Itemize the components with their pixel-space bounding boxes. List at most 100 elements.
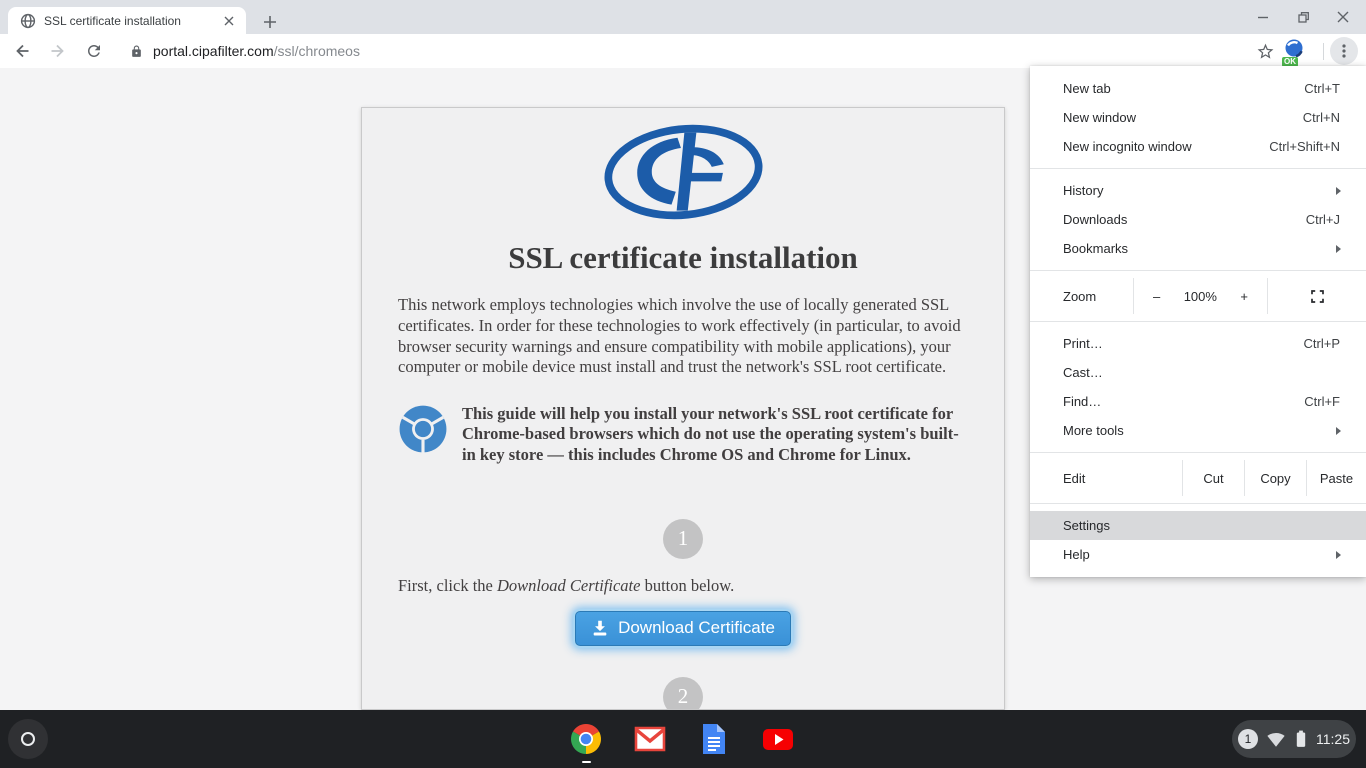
step-1-badge: 1 [663, 519, 703, 559]
menu-item-more-tools[interactable]: More tools [1030, 416, 1366, 445]
url-text: portal.cipafilter.com/ssl/chromeos [153, 43, 360, 59]
menu-separator [1030, 503, 1366, 504]
new-tab-button[interactable] [258, 10, 282, 34]
menu-shortcut: Ctrl+P [1304, 336, 1366, 351]
battery-icon [1294, 729, 1308, 749]
step-1-instruction: First, click the Download Certificate bu… [398, 576, 968, 596]
plus-icon [264, 16, 276, 28]
docs-app-icon[interactable] [698, 723, 730, 755]
submenu-arrow-icon [1336, 187, 1341, 195]
download-certificate-button[interactable]: Download Certificate [575, 611, 791, 646]
submenu-arrow-icon [1336, 245, 1341, 253]
menu-label: New tab [1063, 81, 1304, 96]
browser-toolbar: portal.cipafilter.com/ssl/chromeos OK [0, 34, 1366, 68]
zoom-label: Zoom [1030, 278, 1133, 314]
menu-item-new-incognito-window[interactable]: New incognito window Ctrl+Shift+N [1030, 132, 1366, 161]
tab-title: SSL certificate installation [44, 14, 220, 28]
reload-button[interactable] [80, 37, 108, 65]
step-1-text-emphasis: Download Certificate [497, 576, 640, 595]
menu-edit-row: Edit Cut Copy Paste [1030, 460, 1366, 496]
guide-text: This guide will help you install your ne… [462, 404, 968, 465]
download-button-label: Download Certificate [618, 618, 775, 638]
toolbar-right: OK [1256, 37, 1358, 65]
step-1-text-suffix: button below. [640, 576, 734, 595]
step-2-number: 2 [678, 684, 689, 709]
tab-strip: SSL certificate installation [0, 0, 1366, 34]
screen: SSL certificate installation [0, 0, 1366, 768]
step-1-text-prefix: First, click the [398, 576, 497, 595]
zoom-in-button[interactable]: + [1240, 289, 1248, 304]
menu-label: Print… [1063, 336, 1304, 351]
toolbar-divider [1323, 43, 1324, 60]
step-2-badge: 2 [663, 677, 703, 710]
tab-close-icon[interactable] [220, 12, 238, 30]
address-bar[interactable]: portal.cipafilter.com/ssl/chromeos [120, 37, 1246, 65]
menu-item-paste[interactable]: Paste [1307, 460, 1366, 496]
launcher-button[interactable] [8, 719, 48, 759]
chrome-menu: New tab Ctrl+T New window Ctrl+N New inc… [1030, 66, 1366, 577]
menu-item-downloads[interactable]: Downloads Ctrl+J [1030, 205, 1366, 234]
fullscreen-icon [1311, 290, 1324, 303]
menu-label: History [1063, 183, 1336, 198]
menu-label: Find… [1063, 394, 1304, 409]
menu-item-print[interactable]: Print… Ctrl+P [1030, 329, 1366, 358]
reload-icon [85, 42, 103, 60]
youtube-app-icon[interactable] [762, 723, 794, 755]
menu-item-help[interactable]: Help [1030, 540, 1366, 569]
menu-item-new-tab[interactable]: New tab Ctrl+T [1030, 74, 1366, 103]
gmail-app-icon[interactable] [634, 723, 666, 755]
menu-separator [1030, 270, 1366, 271]
zoom-out-button[interactable]: – [1153, 289, 1160, 304]
menu-item-copy[interactable]: Copy [1245, 460, 1306, 496]
globe-favicon [20, 13, 36, 29]
step-1-number: 1 [678, 526, 689, 551]
menu-label: Cast… [1063, 365, 1366, 380]
menu-label: New incognito window [1063, 139, 1269, 154]
zoom-level: 100% [1184, 289, 1217, 304]
download-icon [591, 619, 609, 637]
menu-item-new-window[interactable]: New window Ctrl+N [1030, 103, 1366, 132]
close-window-button[interactable] [1330, 4, 1356, 30]
system-tray[interactable]: 1 11:25 [1232, 720, 1356, 758]
minimize-button[interactable] [1250, 4, 1276, 30]
menu-item-history[interactable]: History [1030, 176, 1366, 205]
fullscreen-button[interactable] [1268, 278, 1366, 314]
edit-label: Edit [1030, 460, 1182, 496]
chrome-app-icon[interactable] [570, 723, 602, 755]
menu-item-settings[interactable]: Settings [1030, 511, 1366, 540]
menu-separator [1030, 452, 1366, 453]
shelf: 1 11:25 [0, 710, 1366, 768]
menu-label: Help [1063, 547, 1336, 562]
menu-item-bookmarks[interactable]: Bookmarks [1030, 234, 1366, 263]
menu-shortcut: Ctrl+F [1304, 394, 1366, 409]
bookmark-star-icon[interactable] [1256, 42, 1275, 61]
menu-label: New window [1063, 110, 1303, 125]
menu-label: Settings [1063, 518, 1366, 533]
three-dot-icon [1336, 43, 1352, 59]
menu-shortcut: Ctrl+Shift+N [1269, 139, 1366, 154]
menu-shortcut: Ctrl+T [1304, 81, 1366, 96]
back-arrow-icon [13, 42, 31, 60]
notification-badge: 1 [1238, 729, 1258, 749]
close-icon [1337, 11, 1349, 23]
url-path: /ssl/chromeos [274, 43, 360, 59]
forward-arrow-icon [49, 42, 67, 60]
minimize-icon [1257, 11, 1269, 23]
submenu-arrow-icon [1336, 427, 1341, 435]
browser-tab[interactable]: SSL certificate installation [8, 7, 246, 34]
extension-button[interactable]: OK [1283, 38, 1309, 64]
menu-shortcut: Ctrl+N [1303, 110, 1366, 125]
menu-label: Downloads [1063, 212, 1306, 227]
chrome-active-indicator [582, 761, 591, 763]
browser-menu-button[interactable] [1330, 37, 1358, 65]
menu-item-cast[interactable]: Cast… [1030, 358, 1366, 387]
menu-item-cut[interactable]: Cut [1183, 460, 1244, 496]
menu-item-find[interactable]: Find… Ctrl+F [1030, 387, 1366, 416]
url-host: portal.cipafilter.com [153, 43, 274, 59]
restore-button[interactable] [1290, 4, 1316, 30]
zoom-controls: – 100% + [1134, 278, 1267, 314]
page-title: SSL certificate installation [398, 240, 968, 276]
back-button[interactable] [8, 37, 36, 65]
forward-button[interactable] [44, 37, 72, 65]
guide-row: This guide will help you install your ne… [398, 404, 968, 465]
